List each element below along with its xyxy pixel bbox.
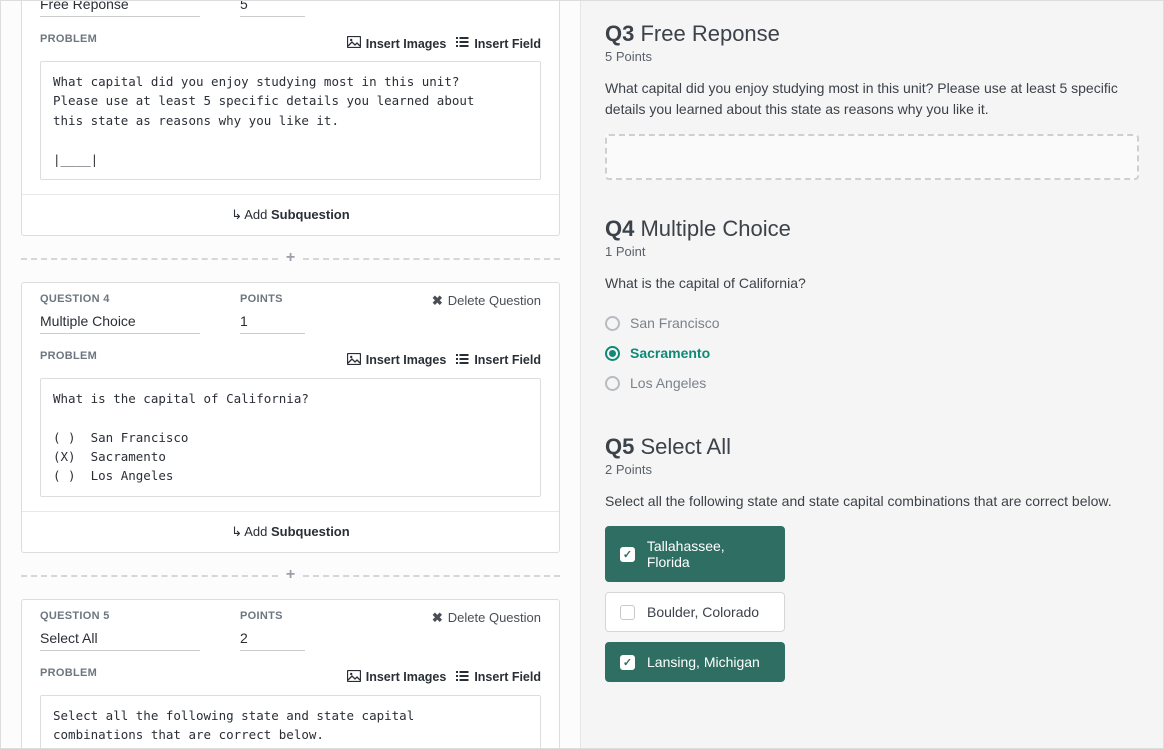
radio-option[interactable]: Los Angeles — [605, 368, 1139, 398]
insert-field-button[interactable]: Insert Field — [456, 670, 541, 685]
preview-title: Q4 Multiple Choice — [605, 216, 1139, 242]
list-icon — [456, 353, 469, 368]
preview-points: 1 Point — [605, 244, 1139, 259]
insert-images-button[interactable]: Insert Images — [347, 670, 447, 685]
preview-pane: Q3 Free Reponse 5 Points What capital di… — [581, 1, 1163, 748]
editor-pane: PROBLEM Insert Images Insert Field — [1, 1, 581, 748]
points-label: POINTS — [240, 293, 305, 305]
radio-icon — [605, 346, 620, 361]
points-input[interactable] — [240, 628, 305, 651]
problem-label: PROBLEM — [40, 350, 97, 362]
radio-option[interactable]: Sacramento — [605, 338, 1139, 368]
points-input[interactable] — [240, 1, 305, 17]
radio-icon — [605, 316, 620, 331]
problem-textarea[interactable]: What is the capital of California? ( ) S… — [40, 378, 541, 497]
question-heading: QUESTION 4 — [40, 293, 200, 305]
preview-question-5: Q5 Select All 2 Points Select all the fo… — [605, 434, 1139, 682]
preview-points: 2 Points — [605, 462, 1139, 477]
question-card-5: QUESTION 5 POINTS ✖ Delete Question PROB… — [21, 599, 560, 748]
question-title-input[interactable] — [40, 1, 200, 17]
add-subquestion-button[interactable]: ↳Add Subquestion — [22, 194, 559, 235]
option-label: Sacramento — [630, 345, 710, 361]
preview-title: Q3 Free Reponse — [605, 21, 1139, 47]
problem-label: PROBLEM — [40, 33, 97, 45]
subquestion-arrow-icon: ↳ — [231, 207, 242, 222]
plus-icon: + — [278, 566, 303, 584]
add-subquestion-button[interactable]: ↳Add Subquestion — [22, 511, 559, 552]
close-icon: ✖ — [432, 293, 443, 309]
free-response-input[interactable] — [605, 134, 1139, 180]
problem-textarea[interactable]: What capital did you enjoy studying most… — [40, 61, 541, 180]
plus-icon: + — [278, 249, 303, 267]
preview-points: 5 Points — [605, 49, 1139, 64]
delete-question-button[interactable]: ✖ Delete Question — [432, 610, 541, 626]
insert-field-button[interactable]: Insert Field — [456, 36, 541, 51]
option-label: Lansing, Michigan — [647, 654, 760, 670]
insert-images-button[interactable]: Insert Images — [347, 36, 447, 51]
insert-images-button[interactable]: Insert Images — [347, 353, 447, 368]
insert-field-button[interactable]: Insert Field — [456, 353, 541, 368]
question-card-3: PROBLEM Insert Images Insert Field — [21, 1, 560, 236]
option-label: Los Angeles — [630, 375, 706, 391]
image-icon — [347, 353, 361, 368]
list-icon — [456, 670, 469, 685]
preview-body: What capital did you enjoy studying most… — [605, 78, 1139, 120]
list-icon — [456, 36, 469, 51]
radio-icon — [605, 376, 620, 391]
add-question-divider[interactable]: + — [21, 250, 560, 268]
checkbox-option[interactable]: Tallahassee, Florida — [605, 526, 785, 582]
problem-textarea[interactable]: Select all the following state and state… — [40, 695, 541, 748]
points-label: POINTS — [240, 610, 305, 622]
delete-question-button[interactable]: ✖ Delete Question — [432, 293, 541, 309]
preview-title: Q5 Select All — [605, 434, 1139, 460]
preview-question-3: Q3 Free Reponse 5 Points What capital di… — [605, 21, 1139, 180]
checkbox-icon — [620, 655, 635, 670]
option-label: San Francisco — [630, 315, 719, 331]
question-title-input[interactable] — [40, 311, 200, 334]
points-input[interactable] — [240, 311, 305, 334]
question-heading: QUESTION 5 — [40, 610, 200, 622]
checkbox-icon — [620, 547, 635, 562]
image-icon — [347, 670, 361, 685]
checkbox-option[interactable]: Boulder, Colorado — [605, 592, 785, 632]
preview-question-4: Q4 Multiple Choice 1 Point What is the c… — [605, 216, 1139, 398]
subquestion-arrow-icon: ↳ — [231, 524, 242, 539]
checkbox-icon — [620, 605, 635, 620]
preview-body: Select all the following state and state… — [605, 491, 1139, 512]
radio-option[interactable]: San Francisco — [605, 308, 1139, 338]
app-frame: PROBLEM Insert Images Insert Field — [0, 0, 1164, 749]
checkbox-option[interactable]: Lansing, Michigan — [605, 642, 785, 682]
preview-body: What is the capital of California? — [605, 273, 1139, 294]
question-title-input[interactable] — [40, 628, 200, 651]
problem-label: PROBLEM — [40, 667, 97, 679]
option-label: Tallahassee, Florida — [647, 538, 770, 570]
add-question-divider[interactable]: + — [21, 567, 560, 585]
question-card-4: QUESTION 4 POINTS ✖ Delete Question PROB… — [21, 282, 560, 553]
option-label: Boulder, Colorado — [647, 604, 759, 620]
image-icon — [347, 36, 361, 51]
close-icon: ✖ — [432, 610, 443, 626]
